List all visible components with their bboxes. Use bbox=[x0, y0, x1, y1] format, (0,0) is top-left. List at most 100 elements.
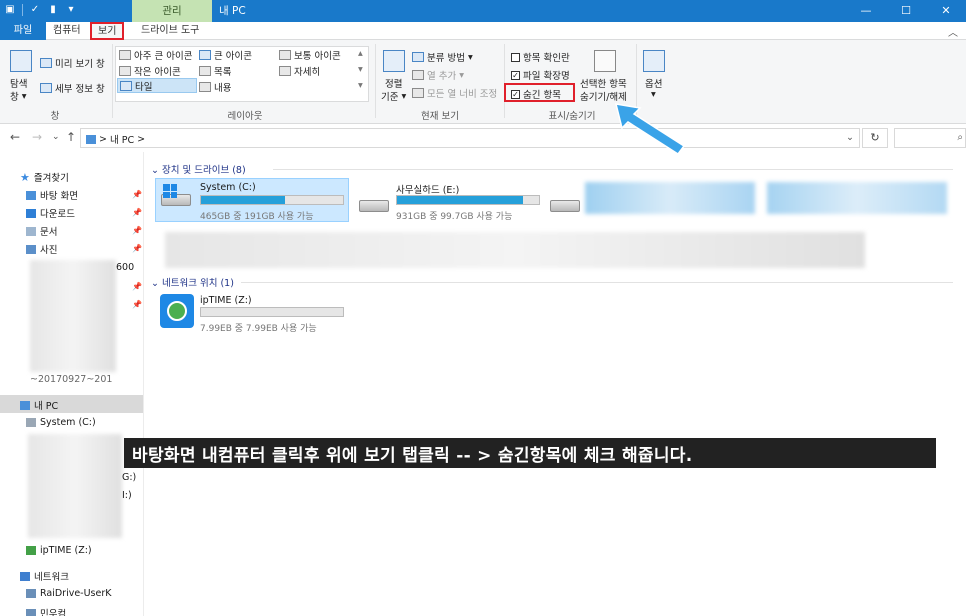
nav-item-desktop[interactable]: 바탕 화면 bbox=[26, 188, 78, 202]
tab-computer[interactable]: 컴퓨터 bbox=[46, 22, 88, 40]
layout-details[interactable]: 자세히 bbox=[279, 64, 320, 78]
group-by-button[interactable]: 분류 방법 ▾ bbox=[412, 50, 473, 64]
layout-large-icons[interactable]: 큰 아이콘 bbox=[199, 48, 252, 62]
instruction-banner: 바탕화면 내컴퓨터 클릭후 위에 보기 탭클릭 -- > 숨긴항목에 체크 해줍… bbox=[132, 446, 693, 466]
nav-label: ipTIME (Z:) bbox=[40, 545, 92, 556]
nav-label: 즐겨찾기 bbox=[33, 173, 69, 184]
hide-selected-button[interactable]: 선택한 항목 bbox=[580, 76, 627, 90]
layout-extra-large-icons[interactable]: 아주 큰 아이콘 bbox=[119, 48, 192, 62]
group-separator bbox=[504, 44, 505, 118]
drive-icon bbox=[550, 200, 580, 212]
address-dropdown-icon[interactable]: ⌄ bbox=[846, 132, 854, 143]
network-section-header[interactable]: ⌄ 네트워크 위치 (1) bbox=[151, 275, 234, 289]
dropdown-icon[interactable]: ▾ bbox=[65, 3, 77, 16]
fit-columns-button[interactable]: 모든 열 너비 조정 bbox=[412, 86, 497, 100]
gallery-scroll-up-icon[interactable]: ▴ bbox=[358, 48, 363, 59]
sort-by-line2: 기준 bbox=[381, 92, 399, 103]
item-checkboxes-checkbox[interactable] bbox=[511, 52, 520, 62]
pin-icon[interactable]: 📌 bbox=[132, 300, 142, 309]
nav-system-drive[interactable]: System (C:) bbox=[26, 417, 96, 428]
breadcrumb-this-pc[interactable]: 내 PC bbox=[110, 132, 134, 146]
search-input[interactable]: ⌕ bbox=[894, 128, 966, 148]
breadcrumb-separator[interactable]: > bbox=[99, 134, 107, 145]
sort-by-button-line2[interactable]: 기준 ▾ bbox=[381, 89, 407, 104]
item-checkboxes-toggle[interactable]: 항목 확인란 bbox=[511, 50, 570, 64]
pin-icon[interactable]: 📌 bbox=[132, 282, 142, 291]
star-icon: ★ bbox=[20, 170, 30, 184]
small-icons-icon bbox=[119, 66, 131, 76]
group-label-layout: 레이아웃 bbox=[227, 111, 263, 122]
layout-small-icons[interactable]: 작은 아이콘 bbox=[119, 64, 181, 78]
chevron-down-icon: ▾ bbox=[21, 90, 27, 102]
layout-medium-icons[interactable]: 보통 아이콘 bbox=[279, 48, 341, 62]
title-bar: ▣ ✓ ▮ ▾ 관리 내 PC — ☐ ✕ bbox=[0, 0, 966, 22]
group-separator bbox=[112, 44, 113, 118]
drive-space-text: 931GB 중 99.7GB 사용 가능 bbox=[396, 212, 513, 222]
nav-label: 네트워크 bbox=[34, 572, 69, 583]
nav-pane-button-line2[interactable]: 창 ▾ bbox=[10, 89, 27, 104]
nav-net-item[interactable]: 민우컴 bbox=[26, 606, 66, 616]
nav-item-documents[interactable]: 문서 bbox=[26, 224, 57, 238]
chevron-down-icon: ▾ bbox=[401, 90, 407, 102]
nav-pane-line1: 탐색 bbox=[10, 79, 28, 90]
add-columns-button[interactable]: 열 추가 ▾ bbox=[412, 68, 464, 82]
layout-item-label: 타일 bbox=[135, 81, 153, 93]
nav-item-pictures[interactable]: 사진 bbox=[26, 242, 57, 256]
recent-locations-icon[interactable]: ⌄ bbox=[52, 132, 60, 142]
nav-net-item[interactable]: RaiDrive-UserK bbox=[26, 588, 112, 599]
tab-drive-tools[interactable]: 드라이브 도구 bbox=[134, 22, 206, 40]
refresh-icon[interactable]: ↻ bbox=[862, 128, 888, 148]
this-pc-icon bbox=[86, 134, 96, 144]
computer-icon bbox=[26, 608, 36, 616]
layout-content[interactable]: 내용 bbox=[199, 80, 231, 94]
forward-icon[interactable]: → bbox=[32, 130, 42, 144]
tab-file[interactable]: 파일 bbox=[0, 22, 46, 40]
nav-this-pc[interactable]: 내 PC bbox=[20, 398, 58, 412]
nav-quick-access[interactable]: ★ 즐겨찾기 bbox=[20, 170, 69, 185]
properties-icon[interactable]: ✓ bbox=[29, 3, 41, 16]
layout-tiles[interactable]: 타일 bbox=[117, 78, 197, 93]
breadcrumb: > 내 PC > bbox=[86, 132, 145, 146]
ribbon-collapse-icon[interactable]: ︿ bbox=[948, 24, 958, 39]
close-icon[interactable]: ✕ bbox=[926, 0, 966, 22]
drive-usage-bar bbox=[200, 195, 344, 205]
pin-icon[interactable]: 📌 bbox=[132, 190, 142, 199]
new-folder-icon[interactable]: ▮ bbox=[47, 3, 59, 16]
address-bar-row: ← → ⌄ ↑ > 내 PC > ⌄ ↻ ⌕ bbox=[0, 124, 966, 152]
drive-space-text: 465GB 중 191GB 사용 가능 bbox=[200, 212, 314, 222]
chevron-down-icon: ⌄ bbox=[151, 165, 162, 176]
drive-usage-fill bbox=[201, 196, 285, 204]
minimize-icon[interactable]: — bbox=[846, 0, 886, 22]
pin-icon[interactable]: 📌 bbox=[132, 226, 142, 235]
back-icon[interactable]: ← bbox=[10, 130, 20, 144]
devices-section-header[interactable]: ⌄ 장치 및 드라이브 (8) bbox=[151, 162, 246, 176]
nav-pane-button[interactable]: 탐색 bbox=[10, 76, 27, 90]
pin-icon[interactable]: 📌 bbox=[132, 244, 142, 253]
nav-network[interactable]: 네트워크 bbox=[20, 569, 69, 583]
options-button[interactable]: 옵션 bbox=[645, 76, 662, 90]
details-pane-button[interactable]: 세부 정보 창 bbox=[40, 81, 105, 95]
file-extensions-label: 파일 확장명 bbox=[523, 71, 570, 82]
tab-view[interactable]: 보기 bbox=[90, 22, 125, 40]
file-extensions-toggle[interactable]: ✓ 파일 확장명 bbox=[511, 68, 570, 82]
gallery-scroll-down-icon[interactable]: ▾ bbox=[358, 64, 363, 75]
sort-by-button[interactable]: 정렬 bbox=[385, 76, 402, 90]
nav-item-downloads[interactable]: 다운로드 bbox=[26, 206, 75, 220]
context-tab-manage[interactable]: 관리 bbox=[132, 0, 212, 22]
preview-pane-button[interactable]: 미리 보기 창 bbox=[40, 56, 105, 70]
blurred-region bbox=[165, 232, 865, 268]
up-icon[interactable]: ↑ bbox=[66, 130, 76, 144]
pin-icon[interactable]: 📌 bbox=[132, 208, 142, 217]
layout-list[interactable]: 목록 bbox=[199, 64, 231, 78]
breadcrumb-separator[interactable]: > bbox=[137, 134, 145, 145]
file-extensions-checkbox[interactable]: ✓ bbox=[511, 70, 520, 80]
address-box[interactable] bbox=[80, 128, 860, 148]
maximize-icon[interactable]: ☐ bbox=[886, 0, 926, 22]
nav-iptime[interactable]: ipTIME (Z:) bbox=[26, 545, 92, 556]
medium-icons-icon bbox=[279, 50, 291, 60]
drive-usage-fill bbox=[397, 196, 524, 204]
computer-icon bbox=[26, 589, 36, 598]
preview-pane-icon bbox=[40, 58, 52, 68]
folder-icon[interactable]: ▣ bbox=[4, 3, 16, 16]
gallery-more-icon[interactable]: ▾ bbox=[358, 80, 363, 91]
